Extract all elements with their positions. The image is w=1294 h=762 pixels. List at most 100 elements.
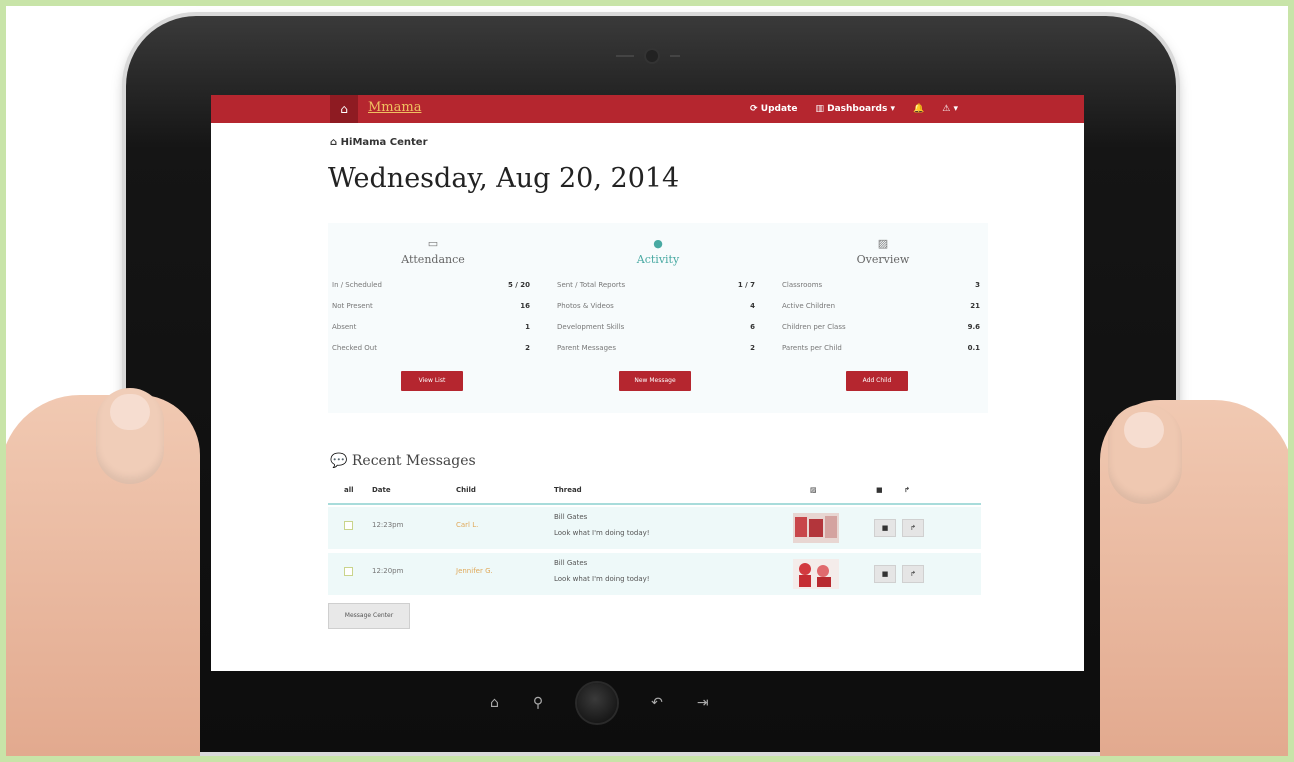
- dashboards-label: Dashboards: [827, 104, 888, 114]
- brand-link[interactable]: Mmama: [368, 100, 421, 115]
- table-header: all Date Child Thread ▨ ■ ↱: [328, 481, 981, 505]
- stat-value: 16: [520, 302, 530, 310]
- stat-row: Active Children 21: [782, 302, 980, 316]
- page-title: Wednesday, Aug 20, 2014: [328, 163, 680, 194]
- forward-button[interactable]: ↱: [902, 565, 924, 583]
- stat-label: Absent: [332, 323, 357, 331]
- date-header: Date: [372, 486, 391, 494]
- comments-icon: 💬: [330, 453, 352, 469]
- stat-value: 1: [525, 323, 530, 331]
- thumbnail-nail: [110, 394, 150, 430]
- stat-label: Parents per Child: [782, 344, 842, 352]
- dashboards-menu[interactable]: ▥ Dashboards ▾: [815, 104, 895, 114]
- device-home-button[interactable]: [577, 683, 618, 723]
- image-icon: ▨: [877, 237, 889, 250]
- archive-button[interactable]: ■: [874, 565, 896, 583]
- stat-value: 4: [750, 302, 755, 310]
- center-name-label: HiMama Center: [340, 137, 428, 148]
- right-thumb: [1108, 404, 1182, 504]
- table-row[interactable]: 12:20pm Jennifer G. Bill Gates Look what…: [328, 553, 981, 595]
- stat-row: Not Present 16: [332, 302, 530, 316]
- panel-title: Activity: [636, 253, 680, 266]
- alert-menu[interactable]: ⚠ ▾: [942, 104, 958, 114]
- update-link[interactable]: ⟳ Update: [750, 104, 797, 114]
- home-icon[interactable]: ⌂: [330, 95, 358, 123]
- forward-button[interactable]: ↱: [902, 519, 924, 537]
- thread-sender: Bill Gates: [554, 513, 588, 521]
- refresh-icon: ⟳: [750, 104, 761, 114]
- recent-messages-label: Recent Messages: [351, 453, 476, 469]
- nav-actions: ⟳ Update ▥ Dashboards ▾ 🔔 ⚠ ▾: [750, 95, 958, 123]
- bell-icon[interactable]: 🔔: [913, 104, 924, 114]
- stat-value: 9.6: [967, 323, 980, 331]
- chevron-down-icon: ▾: [953, 104, 958, 114]
- stat-label: Development Skills: [557, 323, 625, 331]
- activity-panel: ● Activity Sent / Total Reports 1 / 7 Pho…: [553, 223, 763, 413]
- stat-row: Photos & Videos 4: [557, 302, 755, 316]
- message-center-button[interactable]: Message Center: [328, 603, 410, 629]
- child-link[interactable]: Carl L.: [456, 521, 478, 529]
- search-icon[interactable]: ⚲: [533, 695, 543, 711]
- globe-icon: ●: [653, 237, 663, 250]
- exit-icon[interactable]: ⇥: [697, 695, 709, 711]
- stat-label: Classrooms: [782, 281, 823, 289]
- image-icon: ▨: [810, 486, 817, 494]
- overview-panel: ▨ Overview Classrooms 3 Active Children 21…: [778, 223, 988, 413]
- stat-value: 2: [750, 344, 755, 352]
- stat-row: Classrooms 3: [782, 281, 980, 295]
- back-icon[interactable]: ↶: [651, 695, 663, 711]
- table-row[interactable]: 12:23pm Carl L. Bill Gates Look what I'm…: [328, 507, 981, 549]
- stat-label: Active Children: [782, 302, 836, 310]
- tablet-screen: ⌂ Mmama ⟳ Update ▥ Dashboards ▾ 🔔 ⚠ ▾ ⌂ …: [211, 95, 1084, 671]
- stat-label: Sent / Total Reports: [557, 281, 626, 289]
- archive-button[interactable]: ■: [874, 519, 896, 537]
- front-camera: [646, 50, 658, 62]
- thread-sender: Bill Gates: [554, 559, 588, 567]
- child-link[interactable]: Jennifer G.: [456, 567, 493, 575]
- attendance-panel: ▭ Attendance In / Scheduled 5 / 20 Not Pr…: [328, 223, 538, 413]
- stat-label: Checked Out: [332, 344, 377, 352]
- stat-value: 21: [970, 302, 980, 310]
- summary-panels: ▭ Attendance In / Scheduled 5 / 20 Not Pr…: [328, 223, 988, 413]
- add-child-button[interactable]: Add Child: [846, 371, 908, 391]
- thread-text[interactable]: Look what I'm doing today!: [554, 575, 650, 583]
- stat-label: In / Scheduled: [332, 281, 382, 289]
- stat-value: 0.1: [967, 344, 980, 352]
- device-nav-bar: ⌂ ⚲ ↶ ⇥: [490, 683, 709, 723]
- stat-value: 2: [525, 344, 530, 352]
- row-checkbox[interactable]: [344, 521, 353, 530]
- stat-value: 3: [975, 281, 980, 289]
- share-icon: ↱: [904, 486, 910, 494]
- update-label: Update: [760, 104, 798, 114]
- child-header: Child: [456, 486, 476, 494]
- panel-title: Attendance: [401, 253, 465, 266]
- dashboard-icon: ▥: [815, 104, 828, 114]
- stat-row: In / Scheduled 5 / 20: [332, 281, 530, 295]
- sensor: [616, 55, 634, 57]
- stat-value: 1 / 7: [737, 281, 755, 289]
- row-checkbox[interactable]: [344, 567, 353, 576]
- stat-value: 5 / 20: [507, 281, 530, 289]
- warning-icon: ⚠: [942, 104, 951, 114]
- thread-text[interactable]: Look what I'm doing today!: [554, 529, 650, 537]
- message-time: 12:23pm: [372, 521, 404, 529]
- stat-value: 6: [750, 323, 755, 331]
- stat-row: Checked Out 2: [332, 344, 530, 358]
- message-photo[interactable]: [793, 513, 839, 543]
- thread-header: Thread: [554, 486, 582, 494]
- new-message-button[interactable]: New Message: [619, 371, 691, 391]
- home-icon[interactable]: ⌂: [490, 695, 499, 711]
- view-list-button[interactable]: View List: [401, 371, 463, 391]
- panel-title: Overview: [856, 253, 910, 266]
- top-navbar: ⌂ Mmama ⟳ Update ▥ Dashboards ▾ 🔔 ⚠ ▾: [211, 95, 1084, 123]
- message-photo[interactable]: [793, 559, 839, 589]
- stat-label: Parent Messages: [557, 344, 616, 352]
- message-time: 12:20pm: [372, 567, 404, 575]
- stat-row: Absent 1: [332, 323, 530, 337]
- stat-label: Photos & Videos: [557, 302, 614, 310]
- stat-row: Parent Messages 2: [557, 344, 755, 358]
- building-icon: ⌂: [330, 137, 341, 148]
- stat-row: Parents per Child 0.1: [782, 344, 980, 358]
- archive-icon: ■: [876, 486, 883, 494]
- select-all-header[interactable]: all: [344, 486, 354, 494]
